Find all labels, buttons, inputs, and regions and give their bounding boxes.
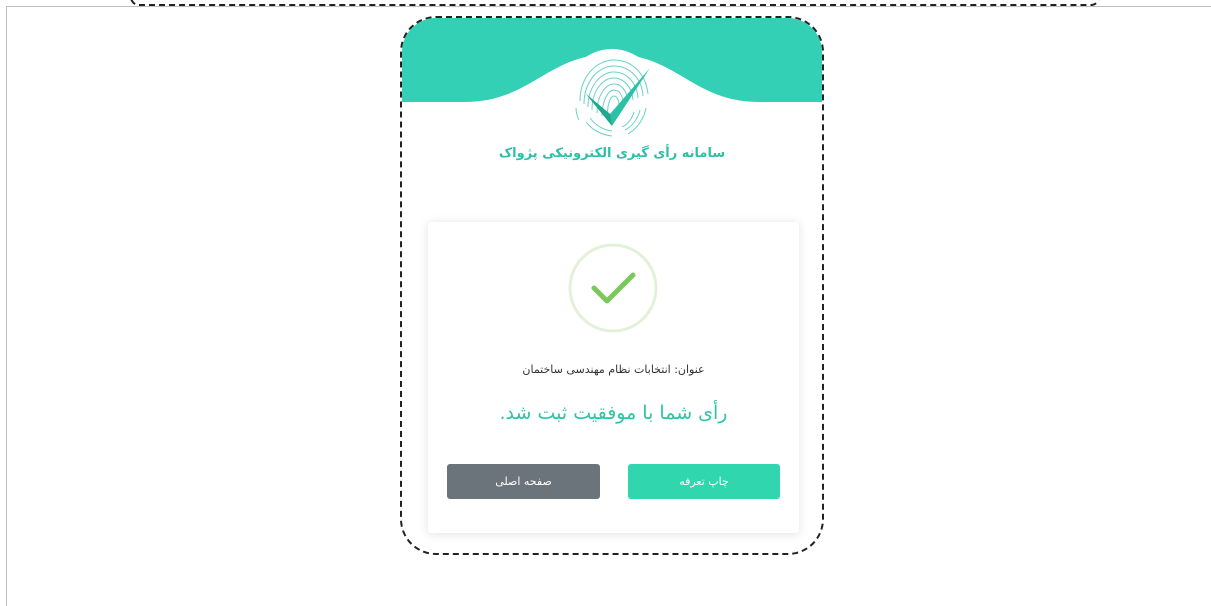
result-panel: عنوان: انتخابات نظام مهندسی ساختمان رأی … xyxy=(428,222,799,533)
voting-card: سامانه رأی گیری الکترونیکی پژواک عنوان: … xyxy=(400,16,824,555)
success-message: رأی شما با موفقیت ثبت شد. xyxy=(499,402,728,424)
system-title: سامانه رأی گیری الکترونیکی پژواک xyxy=(498,146,726,161)
home-button[interactable]: صفحه اصلی xyxy=(447,464,600,499)
fingerprint-check-logo-icon xyxy=(565,49,659,143)
top-dashed-outline xyxy=(130,0,1100,6)
print-receipt-button[interactable]: چاپ تعرفه xyxy=(628,464,780,499)
election-title: عنوان: انتخابات نظام مهندسی ساختمان xyxy=(522,363,705,376)
check-circle-icon xyxy=(568,243,658,333)
